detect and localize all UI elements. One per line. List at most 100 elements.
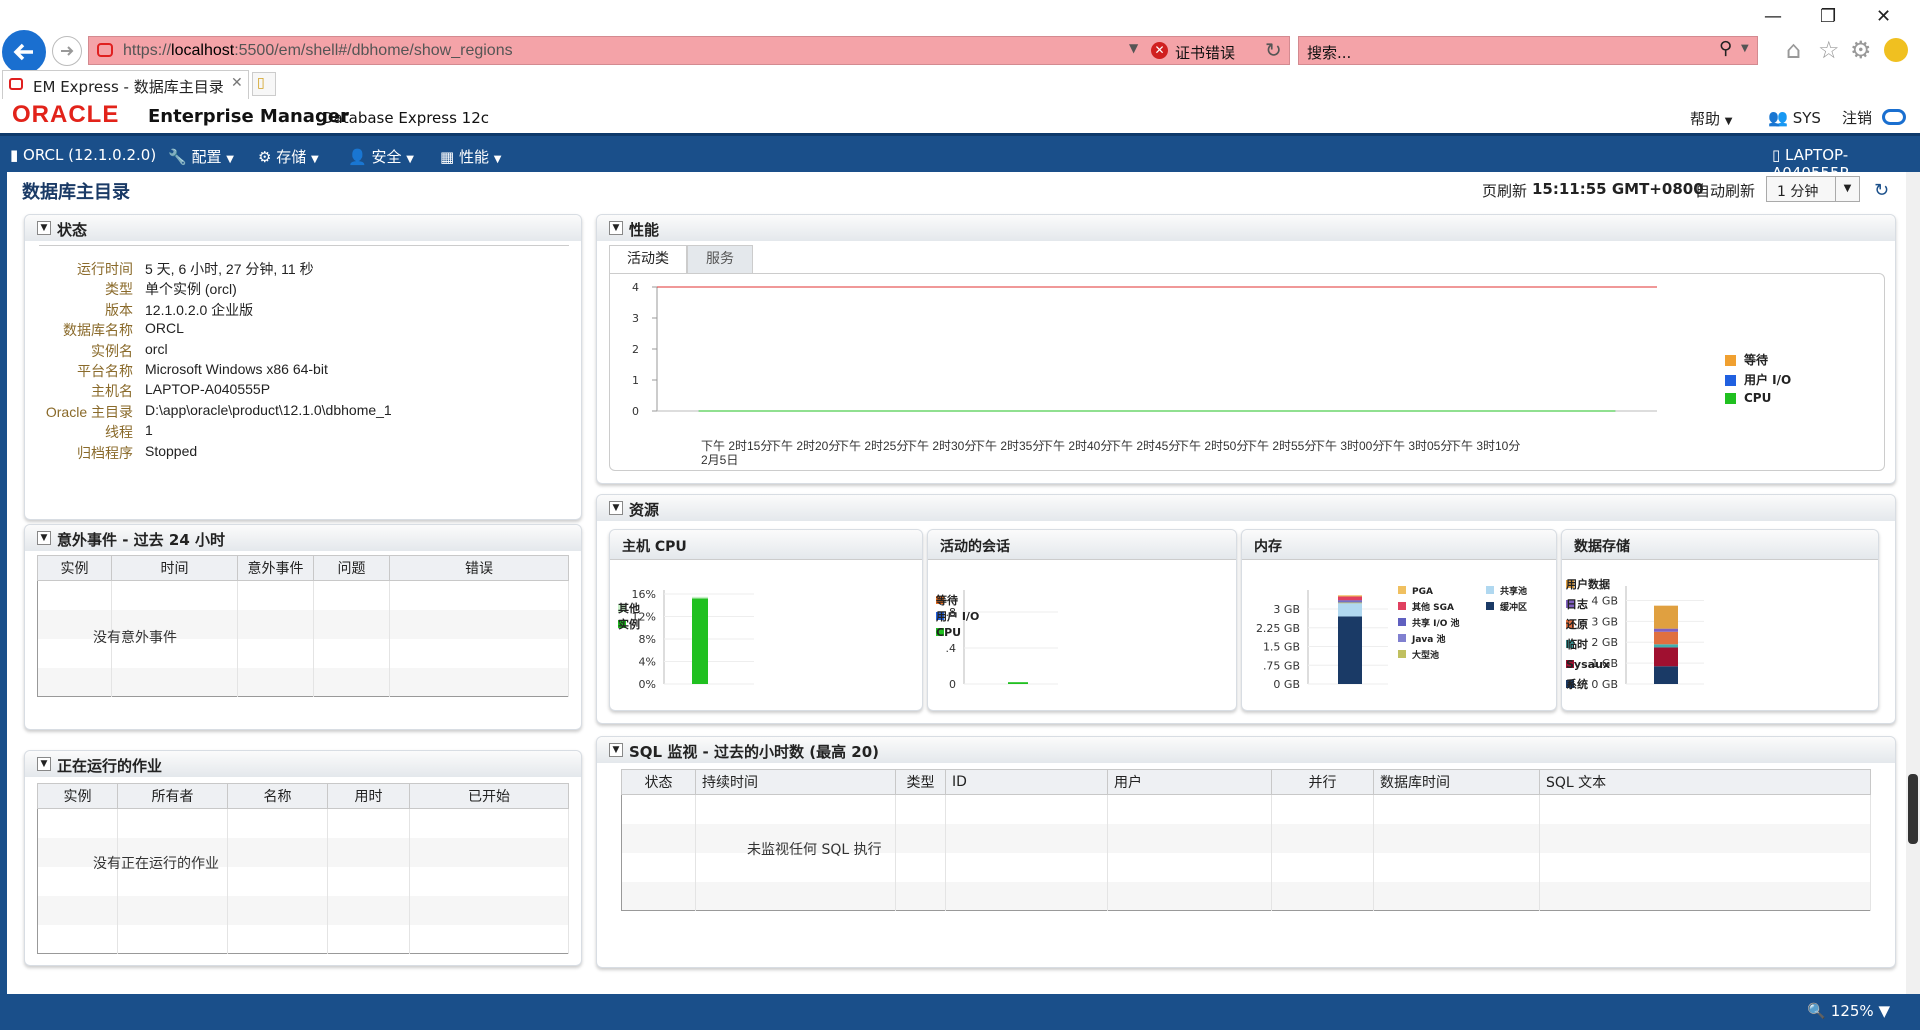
minimize-icon[interactable]: —: [1764, 6, 1782, 27]
sql-empty: 未监视任何 SQL 执行: [747, 842, 882, 858]
search-box[interactable]: 搜索... ⚲ ▼: [1298, 36, 1758, 65]
y-tick-label: 0%: [639, 678, 656, 691]
x-tick-label: 下午 2时50分: [1177, 439, 1249, 453]
col-header[interactable]: ID: [945, 769, 1108, 795]
col-header[interactable]: 时间: [111, 555, 238, 581]
collapse-icon[interactable]: ▼: [609, 221, 623, 235]
feedback-smiley-icon[interactable]: [1884, 38, 1908, 62]
scrollbar-thumb[interactable]: [1908, 774, 1918, 844]
nav-db[interactable]: ▮ ORCL (12.1.0.2.0): [10, 146, 156, 164]
col-header[interactable]: 已开始: [409, 783, 569, 809]
memory-panel: 内存 0 GB .75 GB 1.5 GB 2.25 GB 3 GB PGA 其他 SGA 共…: [1241, 529, 1557, 711]
logout-link[interactable]: 注销: [1842, 107, 1906, 128]
close-window-icon[interactable]: ✕: [1876, 6, 1891, 27]
jobs-panel: ▼ 正在运行的作业 实例 所有者 名称 用时 已开始 没有正在运行的作业: [24, 750, 582, 966]
tab-activity[interactable]: 活动类: [609, 245, 687, 273]
search-placeholder: 搜索...: [1307, 44, 1352, 62]
chevron-down-icon[interactable]: ▼: [1835, 177, 1859, 201]
y-tick-label: 3: [632, 312, 639, 325]
col-header[interactable]: 状态: [621, 769, 696, 795]
resources-header[interactable]: ▼ 资源: [597, 495, 1895, 521]
home-icon[interactable]: ⌂: [1786, 36, 1801, 64]
search-icon[interactable]: ⚲: [1719, 38, 1732, 59]
collapse-icon[interactable]: ▼: [609, 501, 623, 515]
database-icon: ▮: [10, 146, 19, 164]
tab-close-icon[interactable]: ✕: [231, 75, 243, 91]
forward-arrow-icon: [61, 46, 74, 56]
status-header[interactable]: ▼ 状态: [25, 215, 581, 241]
collapse-icon[interactable]: ▼: [37, 221, 51, 235]
address-bar[interactable]: https://localhost:5500/em/shell#/dbhome/…: [88, 36, 1290, 65]
x-axis-sublabel: 2月5日: [701, 453, 739, 467]
url-text: https://localhost:5500/em/shell#/dbhome/…: [123, 42, 513, 59]
nav-security[interactable]: 👤 安全 ▼: [348, 146, 414, 167]
col-header[interactable]: 用时: [327, 783, 410, 809]
memory-title: 内存: [1254, 539, 1282, 555]
reload-icon[interactable]: ↻: [1874, 180, 1889, 201]
divider: [39, 245, 569, 246]
sessions-chart: 0.4.8等待用户 I/OCPU: [936, 590, 1058, 691]
url-dropdown-icon[interactable]: ▼: [1129, 41, 1138, 55]
status-bar: 🔍 125% ▼: [0, 994, 1920, 1030]
user-menu[interactable]: 👥 SYS: [1768, 108, 1821, 127]
jobs-header[interactable]: ▼ 正在运行的作业: [25, 751, 581, 777]
col-header[interactable]: 实例: [37, 783, 118, 809]
col-header[interactable]: 名称: [227, 783, 328, 809]
y-tick-label: 2 GB: [1591, 636, 1618, 649]
incidents-header[interactable]: ▼ 意外事件 - 过去 24 小时: [25, 525, 581, 551]
status-key-text: 类型: [105, 281, 133, 298]
col-header[interactable]: SQL 文本: [1539, 769, 1871, 795]
nav-performance[interactable]: ▦ 性能 ▼: [440, 146, 501, 167]
col-header[interactable]: 持续时间: [695, 769, 896, 795]
back-button[interactable]: [2, 30, 46, 74]
cert-error-label[interactable]: 证书错误: [1175, 42, 1235, 63]
performance-header[interactable]: ▼ 性能: [597, 215, 1895, 241]
col-header[interactable]: 错误: [389, 555, 569, 581]
x-tick-label: 下午 2时35分: [973, 439, 1045, 453]
help-menu[interactable]: 帮助 ▼: [1690, 108, 1733, 129]
oracle-badge-icon: [1882, 109, 1906, 125]
new-tab-button[interactable]: ▯: [252, 72, 276, 96]
col-header[interactable]: 意外事件: [237, 555, 314, 581]
legend-swatch: [1725, 375, 1736, 386]
jobs-title: 正在运行的作业: [57, 757, 163, 775]
collapse-icon[interactable]: ▼: [37, 757, 51, 771]
col-header[interactable]: 问题: [313, 555, 390, 581]
status-value-text: 5 天, 6 小时, 27 分钟, 11 秒: [145, 261, 314, 277]
nav-storage[interactable]: ⚙ 存储 ▼: [258, 146, 319, 167]
collapse-icon[interactable]: ▼: [609, 743, 623, 757]
search-dropdown-icon[interactable]: ▼: [1741, 43, 1749, 54]
restore-icon[interactable]: ❐: [1820, 6, 1836, 27]
legend-label: Java 池: [1411, 633, 1446, 645]
col-header[interactable]: 并行: [1271, 769, 1374, 795]
browser-tab-em[interactable]: EM Express - 数据库主目录 ✕: [2, 70, 249, 99]
forward-button[interactable]: [52, 36, 82, 66]
incidents-empty: 没有意外事件: [93, 630, 177, 646]
table-row: [37, 580, 569, 610]
chevron-down-icon: ▼: [406, 154, 414, 165]
storage-chart: 0 GB1 GB2 GB3 GB4 GB用户数据日志还原临时Sysaux系统: [1566, 577, 1704, 691]
main-nav: ▮ ORCL (12.1.0.2.0) 🔧 配置 ▼ ⚙ 存储 ▼ 👤 安全 ▼…: [0, 133, 1920, 182]
bar-segment-1: [1338, 596, 1362, 601]
col-header[interactable]: 所有者: [117, 783, 228, 809]
refresh-page-icon[interactable]: ↻: [1265, 38, 1282, 62]
col-header[interactable]: 类型: [895, 769, 946, 795]
legend-label: 其他: [618, 601, 640, 615]
tab-services[interactable]: 服务: [687, 245, 753, 273]
settings-gear-icon[interactable]: ⚙: [1850, 36, 1872, 64]
sql-header[interactable]: ▼ SQL 监视 - 过去的小时数 (最高 20): [597, 737, 1895, 763]
zoom-level[interactable]: 🔍 125% ▼: [1807, 1002, 1890, 1020]
server-icon: ▯: [1772, 146, 1781, 164]
status-value-text: 1: [145, 422, 153, 439]
table-row: [37, 924, 569, 954]
auto-refresh-select[interactable]: 1 分钟 ▼: [1766, 176, 1860, 202]
col-header[interactable]: 实例: [37, 555, 112, 581]
collapse-icon[interactable]: ▼: [37, 531, 51, 545]
favorites-star-icon[interactable]: ☆: [1818, 36, 1840, 64]
page-scrollbar[interactable]: [1906, 172, 1920, 994]
col-header[interactable]: 用户: [1107, 769, 1272, 795]
performance-panel: ▼ 性能 活动类 服务 01234 下午 2时15分 下午 2时20分 下午 2时2…: [596, 214, 1896, 484]
cert-error-icon[interactable]: ✕: [1151, 42, 1168, 59]
col-header[interactable]: 数据库时间: [1373, 769, 1540, 795]
nav-config[interactable]: 🔧 配置 ▼: [168, 146, 234, 167]
